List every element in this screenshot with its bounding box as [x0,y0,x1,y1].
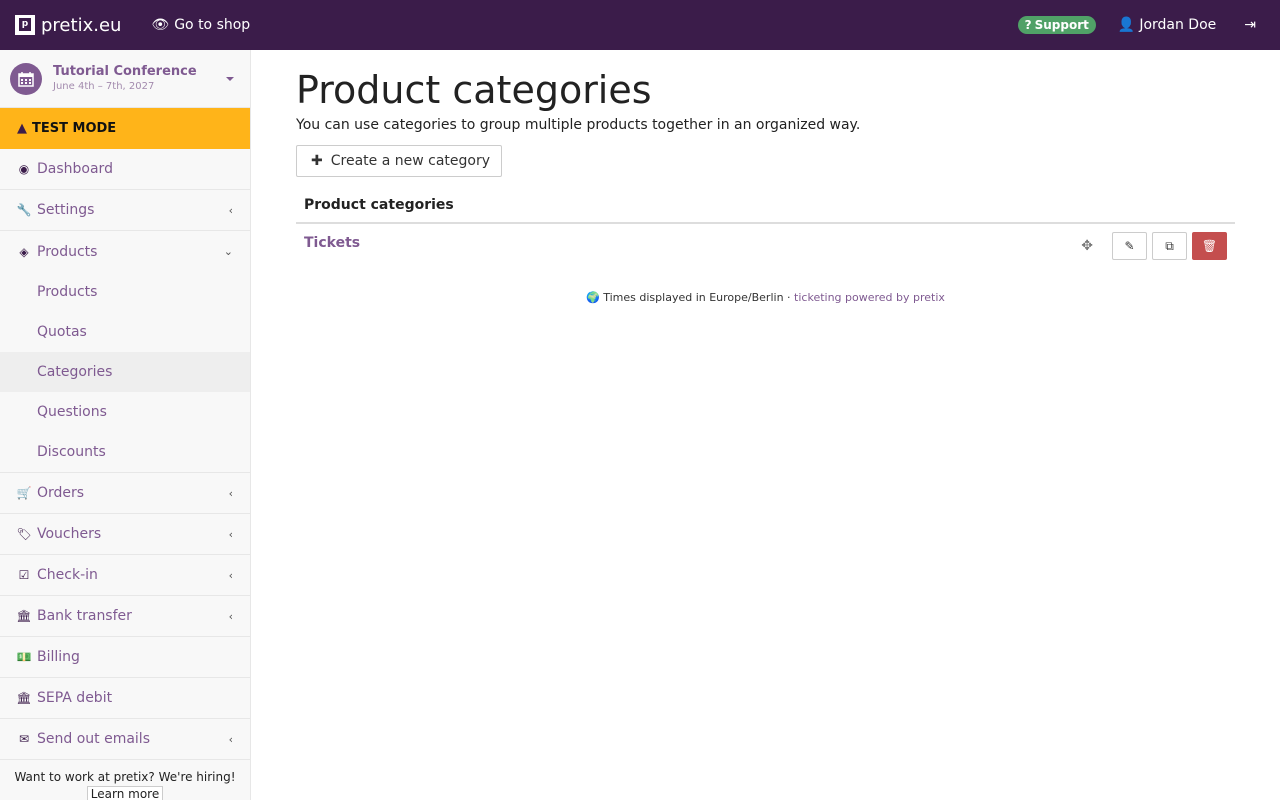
caret-down-icon [226,76,234,81]
bank-icon: 🏛 [16,691,32,705]
categories-table: Product categories Tickets ✥ ✎ ⧉ 🗑 [296,188,1235,268]
learn-more-button[interactable]: Learn more [86,786,164,800]
dashboard-icon: ◉ [18,162,30,176]
warning-icon: ▲ [17,121,27,136]
edit-button[interactable]: ✎ [1112,232,1147,260]
brand-name: pretix.eu [41,14,122,36]
sidebar-subitem-discounts[interactable]: Discounts [0,432,250,472]
event-date: June 4th – 7th, 2027 [53,81,155,92]
brand-link[interactable]: p pretix.eu [15,15,121,36]
sidebar-subitem-questions[interactable]: Questions [0,392,250,432]
footer-separator: · [787,291,791,304]
chevron-left-icon: ‹ [228,609,233,623]
sidebar-item-label: Vouchers [37,526,102,542]
go-to-shop-label: Go to shop [174,17,251,33]
pretix-logo-icon: p [15,15,35,35]
sidebar-item-billing[interactable]: 💵 Billing [0,637,250,678]
question-circle-icon: ? [1024,18,1032,32]
hiring-text: Want to work at pretix? We're hiring! [14,770,236,784]
sidebar-item-bank-transfer[interactable]: 🏛 Bank transfer ‹ [0,596,250,637]
chevron-left-icon: ‹ [228,568,233,582]
test-mode-banner[interactable]: ▲ TEST MODE [0,108,250,149]
sidebar-item-send-emails[interactable]: ✉ Send out emails ‹ [0,719,250,760]
sidebar-item-label: Bank transfer [37,608,132,624]
trash-icon: 🗑 [1201,239,1218,253]
category-link[interactable]: Tickets [304,235,360,251]
edit-icon: ✎ [1124,239,1135,253]
sidebar-item-label: Billing [37,649,80,665]
sidebar: Tutorial Conference June 4th – 7th, 2027… [0,50,251,800]
envelope-icon: ✉ [18,732,30,746]
tags-icon: 🏷 [16,527,32,541]
sidebar-subitem-categories[interactable]: Categories [0,352,250,392]
support-button[interactable]: ? Support [1017,16,1096,34]
chevron-left-icon: ‹ [228,527,233,541]
sidebar-subitem-products[interactable]: Products [0,272,250,312]
globe-icon: 🌍 [586,291,600,304]
sidebar-item-checkin[interactable]: ☑ Check-in ‹ [0,555,250,596]
page-title: Product categories [296,68,652,112]
eye-icon: 👁 [151,17,170,33]
sidebar-item-products[interactable]: ◈ Products ⌄ [0,231,250,272]
wrench-icon: 🔧 [16,203,32,217]
chevron-left-icon: ‹ [228,732,233,746]
logout-icon[interactable]: ⇥ [1244,17,1256,33]
sidebar-item-label: Orders [37,485,85,501]
sidebar-item-dashboard[interactable]: ◉ Dashboard [0,149,250,190]
clone-button[interactable]: ⧉ [1152,232,1187,260]
sidebar-item-sepa-debit[interactable]: 🏛 SEPA debit [0,678,250,719]
create-category-label: Create a new category [330,153,490,169]
page-description: You can use categories to group multiple… [296,117,861,133]
sidebar-item-label: Send out emails [37,731,150,747]
table-header: Product categories [296,188,1235,224]
test-mode-label: TEST MODE [32,121,117,136]
support-label: Support [1034,18,1089,32]
event-switcher[interactable]: Tutorial Conference June 4th – 7th, 2027 [0,50,250,108]
chevron-left-icon: ‹ [228,486,233,500]
sidebar-subitem-quotas[interactable]: Quotas [0,312,250,352]
sidebar-item-label: Dashboard [37,161,113,177]
user-menu[interactable]: 👤 Jordan Doe [1118,17,1216,33]
bank-icon: 🏛 [16,609,32,623]
check-square-icon: ☑ [18,568,30,582]
sidebar-item-label: Settings [37,202,95,218]
delete-button[interactable]: 🗑 [1192,232,1227,260]
sidebar-item-label: Check-in [37,567,98,583]
event-name: Tutorial Conference [53,64,197,79]
chevron-down-icon: ⌄ [223,245,233,258]
shopping-cart-icon: 🛒 [16,486,32,500]
main-content: Product categories You can use categorie… [296,50,1235,304]
copy-icon: ⧉ [1165,238,1174,253]
user-icon: 👤 [1117,17,1136,33]
create-category-button[interactable]: ✚ Create a new category [296,145,502,177]
calendar-icon [10,62,42,95]
powered-by-link[interactable]: ticketing powered by pretix [794,291,945,304]
chevron-left-icon: ‹ [228,203,233,217]
hiring-notice: Want to work at pretix? We're hiring! Le… [0,760,250,800]
footer: 🌍 Times displayed in Europe/Berlin · tic… [296,291,1235,304]
plus-icon: ✚ [311,153,323,169]
user-name: Jordan Doe [1139,17,1217,33]
money-icon: 💵 [16,650,32,664]
sidebar-item-settings[interactable]: 🔧 Settings ‹ [0,190,250,231]
sidebar-item-vouchers[interactable]: 🏷 Vouchers ‹ [0,514,250,555]
sidebar-item-label: Products [37,243,98,260]
table-row: Tickets ✥ ✎ ⧉ 🗑 [296,224,1235,268]
go-to-shop-link[interactable]: 👁 Go to shop [151,17,250,33]
timezone-text: Times displayed in Europe/Berlin [603,291,784,304]
ticket-icon: ◈ [19,244,29,259]
top-navbar: p pretix.eu 👁 Go to shop ? Support 👤 Jor… [0,0,1280,50]
sidebar-item-orders[interactable]: 🛒 Orders ‹ [0,473,250,514]
drag-handle-icon[interactable]: ✥ [1081,238,1093,254]
sidebar-item-label: SEPA debit [37,690,113,706]
